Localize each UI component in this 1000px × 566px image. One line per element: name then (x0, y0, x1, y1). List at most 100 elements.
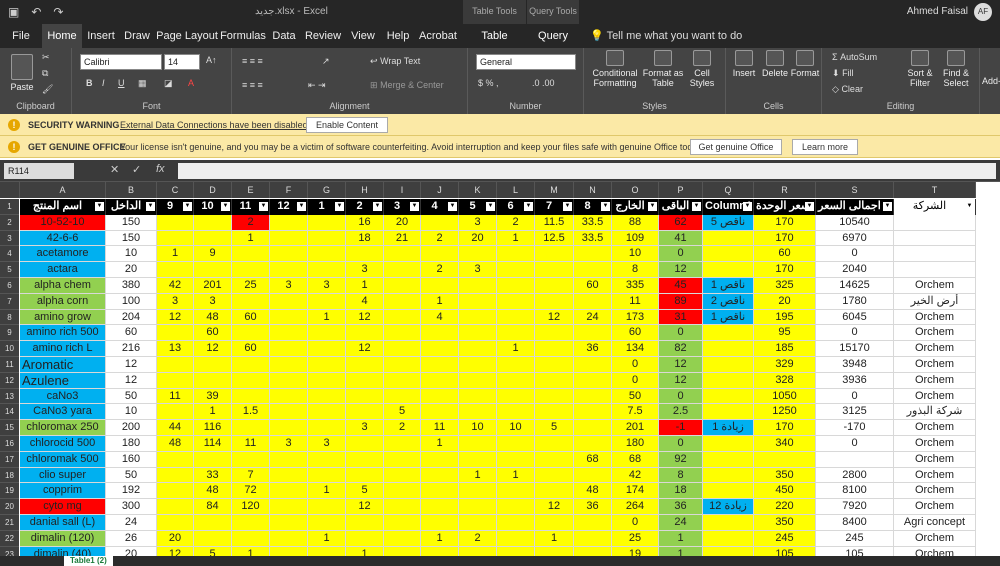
table-cell[interactable]: 105 (754, 546, 816, 556)
table-header-cell[interactable]: 8 ▼ (574, 199, 612, 215)
row-header[interactable]: 10 (0, 341, 19, 357)
get-genuine-button[interactable]: Get genuine Office (690, 139, 782, 155)
table-cell[interactable]: 2800 (816, 467, 894, 484)
table-cell[interactable] (384, 293, 421, 310)
tab-data[interactable]: Data (268, 24, 300, 48)
paste-button[interactable]: Paste (6, 54, 38, 92)
tab-insert[interactable]: Insert (84, 24, 118, 48)
table-cell[interactable] (421, 499, 459, 515)
row-header[interactable]: 16 (0, 436, 19, 452)
row-header[interactable]: 2 (0, 214, 19, 231)
table-cell[interactable]: 216 (106, 341, 157, 357)
table-cell[interactable]: Orchem (894, 467, 976, 484)
table-cell[interactable]: dimalin (120) (20, 530, 106, 547)
table-cell[interactable]: 10 (106, 246, 157, 263)
table-cell[interactable] (459, 436, 497, 452)
table-cell[interactable] (157, 483, 194, 500)
table-cell[interactable] (232, 293, 270, 310)
table-cell[interactable]: 11 (421, 420, 459, 436)
filter-dropdown-icon[interactable]: ▼ (648, 202, 657, 211)
row-header[interactable]: 19 (0, 483, 19, 500)
column-header-L[interactable]: L (497, 182, 535, 198)
table-cell[interactable] (574, 293, 612, 310)
table-cell[interactable] (421, 357, 459, 373)
filter-dropdown-icon[interactable]: ▼ (95, 202, 104, 211)
tab-view[interactable]: View (346, 24, 380, 48)
table-cell[interactable]: Orchem (894, 309, 976, 326)
table-cell[interactable]: 0 (816, 325, 894, 342)
table-cell[interactable]: 18 (346, 230, 384, 247)
table-header-cell[interactable]: 7 ▼ (535, 199, 574, 215)
table-cell[interactable]: 3948 (816, 357, 894, 373)
table-cell[interactable] (157, 325, 194, 342)
table-cell[interactable]: 1.5 (232, 404, 270, 421)
table-cell[interactable]: 173 (612, 309, 659, 326)
table-cell[interactable] (157, 372, 194, 389)
table-header-cell[interactable]: 10 ▼ (194, 199, 232, 215)
table-cell[interactable] (497, 278, 535, 294)
table-cell[interactable]: 36 (574, 341, 612, 357)
table-cell[interactable] (270, 246, 308, 263)
table-cell[interactable]: 1050 (754, 388, 816, 405)
table-cell[interactable] (535, 246, 574, 263)
table-cell[interactable]: 12 (535, 309, 574, 326)
table-cell[interactable] (308, 230, 346, 247)
table-cell[interactable]: 48 (574, 483, 612, 500)
filter-dropdown-icon[interactable]: ▼ (335, 202, 344, 211)
table-cell[interactable] (574, 357, 612, 373)
row-header[interactable]: 17 (0, 451, 19, 468)
table-cell[interactable]: 5 (346, 483, 384, 500)
table-cell[interactable]: 24 (574, 309, 612, 326)
table-cell[interactable] (497, 546, 535, 556)
table-cell[interactable] (308, 420, 346, 436)
tab-page-layout[interactable]: Page Layout (156, 24, 218, 48)
table-cell[interactable] (346, 388, 384, 405)
table-cell[interactable]: Orchem (894, 388, 976, 405)
align-top-icon[interactable]: ≡ ≡ ≡ (242, 56, 263, 66)
table-cell[interactable]: 1 (659, 530, 703, 547)
table-cell[interactable]: CaNo3 yara (20, 404, 106, 421)
table-cell[interactable]: 60 (194, 325, 232, 342)
filter-dropdown-icon[interactable]: ▼ (259, 202, 268, 211)
table-cell[interactable]: 18 (659, 483, 703, 500)
table-cell[interactable]: 42 (157, 278, 194, 294)
table-cell[interactable] (270, 325, 308, 342)
table-cell[interactable] (308, 246, 346, 263)
table-cell[interactable]: 12.5 (535, 230, 574, 247)
table-cell[interactable]: 150 (106, 230, 157, 247)
table-cell[interactable]: 1 (421, 293, 459, 310)
table-cell[interactable]: 180 (612, 436, 659, 452)
row-header[interactable]: 1 (0, 199, 19, 215)
table-cell[interactable] (459, 404, 497, 421)
table-cell[interactable] (421, 246, 459, 263)
tab-file[interactable]: File (4, 24, 38, 48)
table-cell[interactable]: 3 (459, 214, 497, 231)
table-cell[interactable]: 380 (106, 278, 157, 294)
table-header-cell[interactable]: اجمالى السعر ▼ (816, 199, 894, 215)
table-cell[interactable] (421, 515, 459, 531)
table-cell[interactable]: 105 (816, 546, 894, 556)
table-cell[interactable]: 7 (232, 467, 270, 484)
table-cell[interactable] (459, 515, 497, 531)
table-cell[interactable]: 3 (346, 262, 384, 278)
row-header[interactable]: 18 (0, 467, 19, 484)
filter-dropdown-icon[interactable]: ▼ (692, 202, 701, 211)
table-cell[interactable]: 120 (232, 499, 270, 515)
formula-input[interactable] (178, 163, 996, 179)
font-size-select[interactable]: 14 (164, 54, 200, 70)
table-cell[interactable] (270, 451, 308, 468)
table-cell[interactable]: 1 (308, 309, 346, 326)
table-cell[interactable]: 3 (346, 420, 384, 436)
table-cell[interactable]: 1 (497, 341, 535, 357)
table-cell[interactable]: ناقص 2 (703, 293, 754, 310)
table-cell[interactable]: 329 (754, 357, 816, 373)
table-cell[interactable] (703, 341, 754, 357)
table-cell[interactable] (308, 467, 346, 484)
table-cell[interactable]: alpha chem (20, 278, 106, 294)
table-cell[interactable]: 10 (106, 404, 157, 421)
table-cell[interactable]: Orchem (894, 325, 976, 342)
table-cell[interactable] (346, 530, 384, 547)
table-cell[interactable]: 8 (659, 467, 703, 484)
table-cell[interactable] (384, 436, 421, 452)
table-cell[interactable]: 20 (106, 546, 157, 556)
